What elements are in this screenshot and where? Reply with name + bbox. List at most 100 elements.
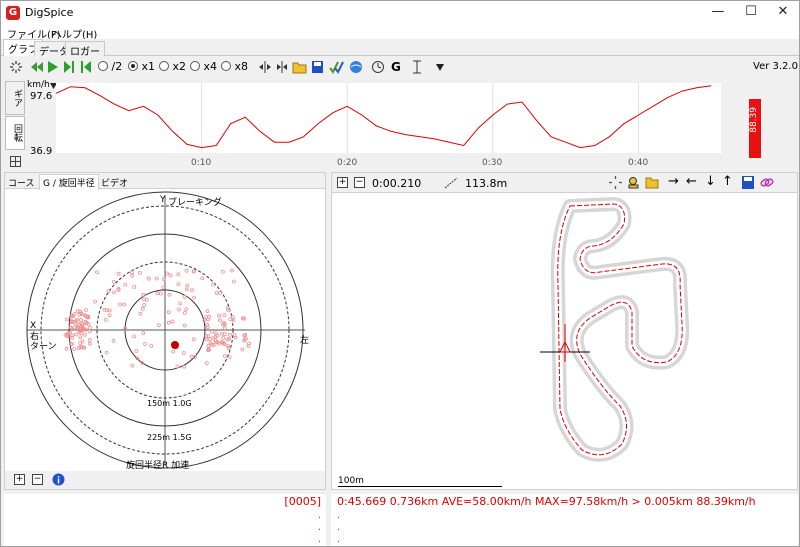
g-sample-point — [228, 332, 232, 337]
g-sample-point — [123, 282, 128, 287]
zoom-out-button[interactable]: − — [32, 474, 43, 485]
save-icon[interactable] — [311, 60, 324, 74]
window-title: DigSpice — [25, 6, 74, 19]
g-sample-point — [132, 285, 137, 289]
g-sample-point — [217, 313, 222, 318]
g-sample-point — [222, 313, 227, 317]
g-sample-point — [132, 334, 137, 339]
expand-graph-button[interactable] — [10, 156, 21, 167]
arrow-up-icon[interactable]: ↑ — [722, 174, 733, 189]
log-dot: . — [317, 522, 321, 533]
g-sample-point — [190, 288, 194, 292]
g-sample-point — [181, 351, 186, 355]
ring-label-150m: 150m 1.0G — [147, 399, 192, 408]
g-sample-point — [222, 354, 227, 358]
map-zoom-out-button[interactable]: − — [354, 177, 365, 188]
g-sample-point — [184, 287, 189, 292]
lap-time: 0:00.210 — [372, 177, 422, 190]
g-sample-point — [137, 271, 142, 275]
x-tick-label: 0:30 — [482, 158, 503, 168]
globe-icon[interactable] — [349, 60, 363, 74]
zoom-in-button[interactable]: + — [14, 474, 25, 485]
side-tab-rpm[interactable]: 回転 — [5, 116, 25, 150]
g-circle-panel: コース G / 旋回半径 ビデオ Y ブレーキング X 右 ターン 左 150m… — [4, 172, 326, 490]
course-map[interactable] — [332, 194, 797, 489]
log-dot: . — [337, 522, 341, 533]
g-sample-point — [220, 270, 225, 274]
speed-half-radio[interactable]: /2 — [98, 59, 122, 75]
g-sample-point — [72, 347, 76, 352]
g-sample-point — [154, 276, 159, 281]
g-sample-point — [64, 317, 69, 322]
speed-x4-radio[interactable]: x4 — [190, 59, 217, 75]
expand-icon[interactable] — [258, 60, 272, 74]
tab-video[interactable]: ビデオ — [101, 176, 128, 189]
step-back-icon[interactable] — [80, 60, 92, 74]
g-sample-point — [222, 326, 227, 331]
vertical-cursor-icon[interactable] — [411, 60, 423, 74]
loading-icon[interactable] — [9, 60, 23, 74]
g-sample-point — [167, 292, 172, 297]
status-right: 0:45.669 0.736km AVE=58.00km/h MAX=97.58… — [331, 494, 798, 546]
save-icon[interactable] — [742, 176, 754, 189]
speed-graph-area: km/h 97.6 36.9 ギア 回転 0:10 0:20 0:30 0:40… — [1, 78, 799, 168]
map-zoom-in-button[interactable]: + — [337, 177, 348, 188]
speed-plot[interactable] — [55, 83, 721, 153]
collapse-icon[interactable] — [275, 60, 289, 74]
ring-label-225m: 225m 1.5G — [147, 433, 192, 442]
open-folder-icon[interactable] — [292, 60, 307, 74]
app-logo-icon: G — [6, 6, 20, 20]
scale-label: 100m — [338, 476, 364, 486]
play-icon[interactable] — [47, 60, 59, 74]
speed-x8-radio[interactable]: x8 — [221, 59, 248, 75]
side-tab-gear[interactable]: ギア — [5, 81, 25, 115]
loading-icon[interactable] — [609, 176, 622, 189]
course-map-panel: + − 0:00.210 113.8m → ← ↓ ↑ 100m — [331, 172, 798, 490]
minimize-button[interactable]: — — [701, 1, 735, 25]
step-forward-icon[interactable] — [63, 60, 75, 74]
info-icon[interactable] — [52, 473, 65, 486]
person-search-icon[interactable] — [627, 176, 640, 189]
g-sample-point — [191, 337, 196, 342]
arrow-right-icon[interactable]: → — [668, 174, 679, 189]
arrow-down-icon[interactable]: ↓ — [705, 174, 716, 189]
dropdown-icon[interactable] — [435, 62, 445, 72]
g-sample-point — [206, 317, 210, 322]
g-sample-point — [93, 299, 98, 304]
g-sample-point — [106, 289, 111, 294]
clock-icon[interactable] — [371, 60, 385, 74]
g-sample-point — [176, 272, 181, 277]
check-icon[interactable] — [329, 60, 344, 74]
g-sample-point — [207, 337, 212, 342]
radio-icon — [159, 61, 169, 71]
maximize-button[interactable]: ☐ — [734, 1, 768, 25]
g-icon[interactable]: G — [391, 59, 401, 75]
speed-x2-radio[interactable]: x2 — [159, 59, 186, 75]
speed-x1-radio[interactable]: x1 — [128, 59, 155, 75]
frame-counter: [0005] — [284, 495, 321, 508]
left-turn-label: 左 — [300, 336, 310, 346]
arrow-left-icon[interactable]: ← — [686, 174, 697, 189]
distance-icon — [444, 177, 458, 189]
rewind-icon[interactable] — [30, 60, 44, 74]
g-sample-point — [87, 337, 92, 342]
g-sample-point — [171, 349, 176, 354]
g-sample-point — [168, 273, 173, 278]
g-sample-point — [130, 363, 135, 368]
g-sample-point — [130, 270, 134, 275]
tab-logger[interactable]: ロガー — [65, 41, 105, 58]
lap-summary: 0:45.669 0.736km AVE=58.00km/h MAX=97.58… — [337, 495, 756, 508]
tab-course[interactable]: コース — [8, 176, 35, 189]
x-tick-label: 0:40 — [628, 158, 649, 168]
distance-value: 113.8m — [465, 177, 508, 190]
g-sample-point — [141, 331, 146, 335]
close-button[interactable]: ✕ — [766, 1, 800, 25]
g-sample-point — [111, 338, 116, 343]
g-circle-chart[interactable] — [5, 190, 325, 470]
g-sample-point — [95, 270, 99, 275]
link-icon[interactable] — [760, 176, 774, 189]
tab-g-radius[interactable]: G / 旋回半径 — [39, 174, 99, 190]
g-sample-point — [170, 319, 175, 324]
g-sample-point — [78, 341, 83, 345]
open-folder-icon[interactable] — [645, 176, 659, 189]
